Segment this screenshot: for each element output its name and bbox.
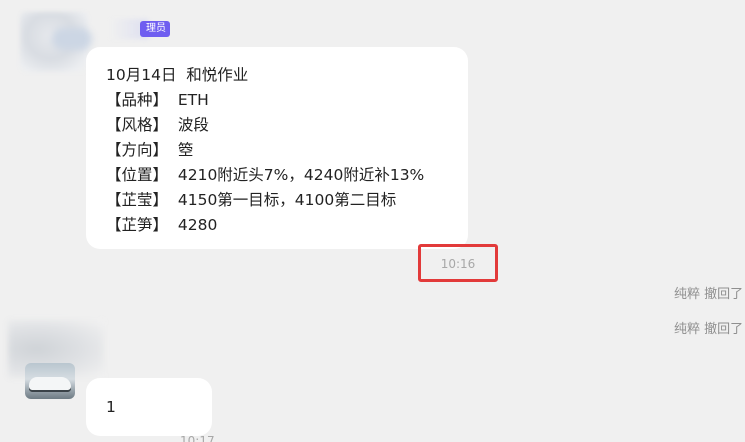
message-line: 【方向】 箜: [106, 141, 194, 159]
message-line: 【芷笋】 4280: [106, 216, 218, 234]
message-line: 10月14日 和悦作业: [106, 66, 249, 84]
message-timestamp: 10:17: [180, 434, 215, 442]
message-line: 【芷莹】 4150第一目标，4100第二目标: [106, 191, 397, 209]
message-bubble[interactable]: 1: [86, 378, 212, 436]
timestamp-highlight: 10:16: [418, 244, 498, 282]
message-line: 【风格】 波段: [106, 116, 209, 134]
recall-notice: 纯粹 撤回了: [674, 322, 744, 337]
chat-area: 理员 10月14日 和悦作业 【品种】 ETH 【风格】 波段 【方向】 箜 【…: [0, 0, 745, 442]
sender-avatar[interactable]: [20, 12, 92, 72]
message-bubble[interactable]: 10月14日 和悦作业 【品种】 ETH 【风格】 波段 【方向】 箜 【位置】…: [86, 47, 468, 249]
recall-notice: 纯粹 撤回了: [674, 287, 744, 302]
car-image: [29, 377, 71, 390]
message-line: 【位置】 4210附近头7%，4240附近补13%: [106, 166, 425, 184]
sender-avatar[interactable]: [25, 363, 75, 399]
message-text: 1: [106, 398, 116, 416]
admin-badge: 理员: [140, 21, 170, 37]
avatar-blur: [52, 28, 92, 50]
message-timestamp: 10:16: [440, 257, 476, 271]
message-line: 【品种】 ETH: [106, 91, 209, 109]
message-text: 10月14日 和悦作业 【品种】 ETH 【风格】 波段 【方向】 箜 【位置】…: [106, 63, 424, 238]
